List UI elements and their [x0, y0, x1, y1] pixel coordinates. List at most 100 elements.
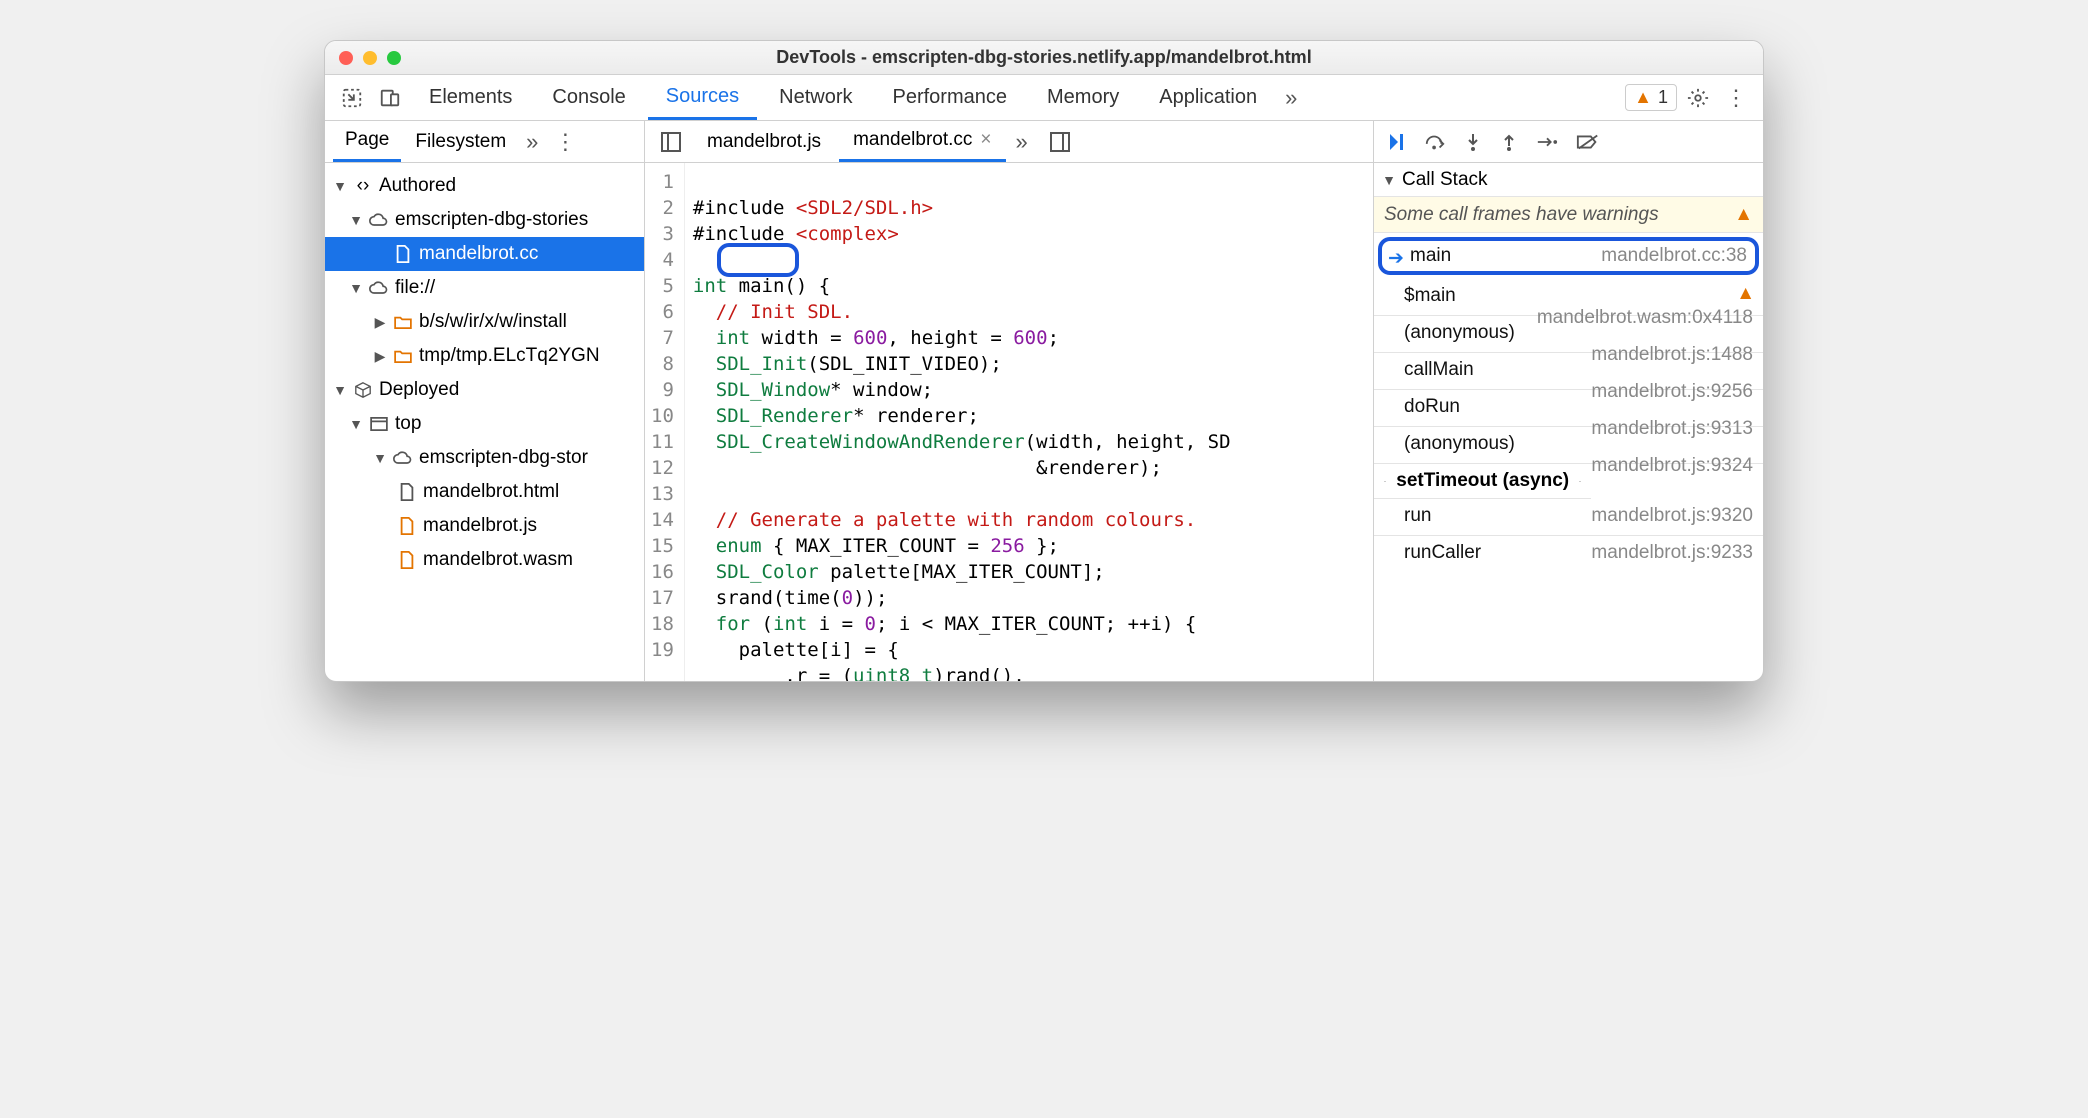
stack-frame[interactable]: run mandelbrot.js:9320 — [1374, 499, 1763, 536]
caret-right-icon: ▶ — [373, 314, 387, 331]
step-out-button[interactable] — [1500, 132, 1518, 152]
navigator-panel: Page Filesystem » ⋮ ▼ ‹› Authored ▼ emsc… — [325, 121, 645, 682]
resume-button[interactable] — [1386, 132, 1406, 152]
caret-right-icon: ▶ — [373, 348, 387, 365]
toggle-debugger-icon[interactable] — [1042, 132, 1078, 152]
editor-panel: mandelbrot.js mandelbrot.cc × » 12345678… — [645, 121, 1373, 682]
current-frame-arrow-icon: ➔ — [1388, 247, 1404, 270]
toggle-navigator-icon[interactable] — [653, 132, 689, 152]
tree-group-deployed[interactable]: ▼ Deployed — [325, 373, 644, 407]
tree-label: Authored — [379, 175, 456, 197]
warning-icon: ▲ — [1734, 204, 1753, 226]
folder-icon — [393, 346, 413, 366]
tree-folder-tmp[interactable]: ▶ tmp/tmp.ELcTq2YGN — [325, 339, 644, 373]
tree-file-protocol[interactable]: ▼ file:// — [325, 271, 644, 305]
cloud-icon — [393, 448, 413, 468]
file-icon — [397, 550, 417, 570]
caret-down-icon: ▼ — [333, 382, 347, 398]
tree-group-authored[interactable]: ▼ ‹› Authored — [325, 169, 644, 203]
tree-origin-deployed[interactable]: ▼ emscripten-dbg-stor — [325, 441, 644, 475]
stack-frame[interactable]: (anonymous) mandelbrot.js:9324 — [1374, 427, 1763, 464]
device-toolbar-icon[interactable] — [373, 87, 407, 109]
code-brackets-icon: ‹› — [353, 176, 373, 196]
stack-frame[interactable]: doRun mandelbrot.js:9313 — [1374, 390, 1763, 427]
code-lines: #include <SDL2/SDL.h> #include <complex>… — [685, 163, 1231, 682]
issues-count: 1 — [1658, 87, 1668, 108]
frame-function: callMain — [1404, 359, 1474, 380]
stack-frame[interactable]: (anonymous) mandelbrot.js:1488 — [1374, 316, 1763, 353]
step-over-button[interactable] — [1424, 132, 1446, 152]
issues-badge[interactable]: ▲ 1 — [1625, 84, 1677, 111]
call-stack-body: Some call frames have warnings ▲ ➔ main … — [1374, 197, 1763, 682]
frame-location: mandelbrot.js:9233 — [1591, 542, 1753, 564]
tab-memory[interactable]: Memory — [1029, 75, 1137, 120]
tree-file-html[interactable]: mandelbrot.html — [325, 475, 644, 509]
nav-more-options-icon[interactable]: ⋮ — [548, 129, 582, 155]
window-title: DevTools - emscripten-dbg-stories.netlif… — [325, 47, 1763, 68]
stack-frame[interactable]: $main ▲ mandelbrot.wasm:0x4118 — [1374, 279, 1763, 316]
tab-sources[interactable]: Sources — [648, 75, 757, 120]
call-stack-section-header[interactable]: ▼ Call Stack — [1374, 163, 1763, 197]
warning-icon: ▲ — [1736, 283, 1755, 305]
tree-label: tmp/tmp.ELcTq2YGN — [419, 345, 600, 367]
tree-label: mandelbrot.html — [423, 481, 559, 503]
frame-icon — [369, 414, 389, 434]
tab-network[interactable]: Network — [761, 75, 870, 120]
tab-application[interactable]: Application — [1141, 75, 1275, 120]
code-editor[interactable]: 12345678910111213141516171819 #include <… — [645, 163, 1373, 682]
settings-icon[interactable] — [1681, 87, 1715, 109]
nav-tab-filesystem[interactable]: Filesystem — [403, 121, 518, 162]
debugger-toolbar — [1374, 121, 1763, 163]
cube-icon — [353, 380, 373, 400]
debugger-panel: ▼ Call Stack Some call frames have warni… — [1373, 121, 1763, 682]
tree-label: top — [395, 413, 421, 435]
caret-down-icon: ▼ — [333, 178, 347, 194]
tree-origin[interactable]: ▼ emscripten-dbg-stories — [325, 203, 644, 237]
file-icon — [397, 482, 417, 502]
async-label: setTimeout (async) — [1396, 470, 1569, 492]
stack-frame-main[interactable]: ➔ main mandelbrot.cc:38 — [1378, 237, 1759, 275]
tree-label: file:// — [395, 277, 435, 299]
more-options-icon[interactable]: ⋮ — [1719, 85, 1753, 111]
tree-file-js[interactable]: mandelbrot.js — [325, 509, 644, 543]
tab-performance[interactable]: Performance — [875, 75, 1026, 120]
tree-label: emscripten-dbg-stories — [395, 209, 588, 231]
tab-elements[interactable]: Elements — [411, 75, 530, 120]
navigator-tabbar: Page Filesystem » ⋮ — [325, 121, 644, 163]
nav-more-tabs-icon[interactable]: » — [520, 129, 544, 155]
devtools-window: DevTools - emscripten-dbg-stories.netlif… — [324, 40, 1764, 682]
inspect-element-icon[interactable] — [335, 87, 369, 109]
stack-frame[interactable]: callMain mandelbrot.js:9256 — [1374, 353, 1763, 390]
editor-tab-js[interactable]: mandelbrot.js — [693, 121, 835, 162]
tree-file-mandelbrot-cc[interactable]: mandelbrot.cc — [325, 237, 644, 271]
tree-folder-install[interactable]: ▶ b/s/w/ir/x/w/install — [325, 305, 644, 339]
tree-file-wasm[interactable]: mandelbrot.wasm — [325, 543, 644, 577]
tab-console[interactable]: Console — [534, 75, 643, 120]
file-icon — [393, 244, 413, 264]
cloud-icon — [369, 210, 389, 230]
caret-down-icon: ▼ — [349, 280, 363, 296]
caret-down-icon: ▼ — [373, 450, 387, 466]
editor-tab-cc[interactable]: mandelbrot.cc × — [839, 121, 1005, 162]
frame-function: doRun — [1404, 396, 1460, 417]
close-tab-icon[interactable]: × — [980, 129, 991, 151]
section-label: Call Stack — [1402, 169, 1488, 191]
frame-location: mandelbrot.js:9324 — [1591, 455, 1753, 477]
step-button[interactable] — [1536, 134, 1558, 150]
folder-icon — [393, 312, 413, 332]
caret-down-icon: ▼ — [349, 212, 363, 228]
warning-text: Some call frames have warnings — [1384, 204, 1659, 226]
more-tabs-icon[interactable]: » — [1279, 85, 1303, 111]
stack-frame[interactable]: runCaller mandelbrot.js:9233 — [1374, 536, 1763, 572]
nav-tab-page[interactable]: Page — [333, 121, 401, 162]
more-editor-tabs-icon[interactable]: » — [1010, 129, 1034, 155]
call-stack-warning: Some call frames have warnings ▲ — [1374, 197, 1763, 233]
frame-function: (anonymous) — [1404, 322, 1515, 343]
deactivate-breakpoints-button[interactable] — [1576, 133, 1600, 151]
file-tree: ▼ ‹› Authored ▼ emscripten-dbg-stories m… — [325, 163, 644, 583]
tree-label: mandelbrot.wasm — [423, 549, 573, 571]
frame-location: mandelbrot.js:9320 — [1591, 505, 1753, 527]
tree-frame-top[interactable]: ▼ top — [325, 407, 644, 441]
step-into-button[interactable] — [1464, 132, 1482, 152]
caret-down-icon: ▼ — [1382, 172, 1396, 188]
